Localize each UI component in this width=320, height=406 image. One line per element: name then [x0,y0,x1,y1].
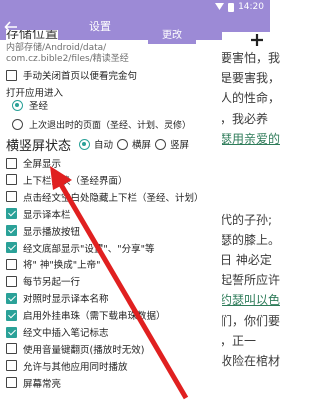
setting-option-row[interactable]: 每节另起一行 [6,274,80,288]
setting-option-row[interactable]: 点击经文空白处隐藏上下栏（圣经、计划） [6,190,204,204]
storage-path-line-2: com.cz.bible2/files/精读圣经 [6,54,129,64]
orientation-portrait-label: 竖屏 [170,140,190,151]
checkbox[interactable] [6,275,17,287]
reader-text-line: 瑟用亲爱的 [220,131,280,146]
setting-option-row[interactable]: 显示译本栏 [6,207,71,221]
setting-option-label: 经文中插入笔记标志 [23,328,109,339]
status-bar: 14:20 [0,0,270,14]
setting-option-row[interactable]: 经文底部显示"设置"、"分享"等 [6,241,154,255]
open-bible-label: 圣经 [29,101,49,112]
orientation-landscape-label: 横屏 [132,140,152,151]
orientation-auto-label: 自动 [94,140,114,151]
setting-option-row[interactable]: 启用外挂串珠（需下载串珠数据） [6,308,166,322]
checkbox[interactable] [6,191,17,203]
manual-close-home-option[interactable]: 手动关闭首页以便看完金句 [6,68,137,82]
setting-option-row[interactable]: 全屏显示 [6,156,61,170]
setting-option-label: 将" 神"换成"上帝" [23,260,101,272]
wifi-icon [215,3,224,10]
checkbox[interactable] [6,174,17,186]
setting-option-label: 点击经文空白处隐藏上下栏（圣经、计划） [23,192,204,204]
orientation-landscape-option[interactable]: 横屏 [117,137,151,151]
open-last-page-radio-option[interactable]: 上次退出时的页面（圣经、计划、灵修） [12,117,191,131]
orientation-label: 横竖屏状态 [6,138,72,154]
battery-icon [228,3,234,12]
orientation-portrait-option[interactable]: 竖屏 [155,137,189,151]
radio-button[interactable] [117,138,129,150]
change-storage-button[interactable]: 更改 [148,30,196,44]
reader-text-line [220,149,280,169]
reader-text: 要害怕，我是要害我， 人的性命， ，我必养瑟用亲爱的 代的子孙; 瑟的膝上。日 神必定… [220,48,280,371]
reader-text-line: ，我必养 [220,111,269,126]
checkbox[interactable] [6,242,17,253]
setting-option-label: 对照时显示译本名称 [23,294,109,306]
radio-button[interactable] [155,138,167,150]
setting-option-label: 经文底部显示"设置"、"分享"等 [23,243,155,255]
open-last-page-label: 上次退出时的页面（圣经、计划、灵修） [29,120,192,131]
setting-option-label: 屏幕常亮 [23,378,62,390]
orientation-setting: 横竖屏状态 自动 横屏 竖屏 [6,135,189,154]
reader-text-line: 要害怕，我 [220,51,280,65]
reader-text-line [220,169,280,189]
reader-text-line [220,189,280,209]
checkbox[interactable] [6,258,17,270]
checkbox[interactable] [6,360,17,372]
setting-option-label: 全屏显示 [23,159,62,170]
orientation-auto-option[interactable]: 自动 [79,137,113,151]
setting-option-label: 允许与其他应用同时播放 [23,361,128,373]
reader-text-line: 日 神必定 [220,253,272,268]
setting-option-row[interactable]: 对照时显示译本名称 [6,291,109,305]
reader-text-line: 是要害我， [220,71,280,86]
radio-button[interactable] [12,118,23,130]
add-icon[interactable] [250,33,264,47]
setting-option-label: 每节另起一行 [23,277,81,289]
reader-text-line: 瑟的膝上。 [220,232,280,247]
reader-text-line: 约瑟叫以色 [220,293,280,308]
checkbox[interactable] [6,309,17,321]
setting-option-label: 使用音量键翻页(播放时无效) [23,344,145,356]
open-app-section-label: 打开应用进入 [6,88,64,99]
open-bible-radio-option[interactable]: 圣经 [12,98,48,112]
storage-location-title: 存储位置 [6,30,59,40]
checkbox[interactable] [6,69,17,81]
setting-option-label: 显示译本栏 [23,209,71,221]
reader-text-line: ，正一 [220,333,257,348]
reader-text-line: 收险在棺材 [220,354,280,369]
setting-option-label: 启用外挂串珠（需下载串珠数据） [23,311,166,323]
setting-option-row[interactable]: 将" 神"换成"上帝" [6,257,101,271]
checkbox[interactable] [6,292,17,304]
reader-text-line: 代的子孙; [220,212,273,227]
setting-option-row[interactable]: 屏幕常亮 [6,376,61,390]
reader-text-line: 人的性命， [220,91,280,106]
setting-option-row[interactable]: 经文中插入笔记标志 [6,325,109,339]
setting-option-label: 上下栏互换（圣经界面） [23,175,128,187]
setting-option-row[interactable]: 显示播放按钮 [6,224,80,238]
reader-text-line: 起誓所应许 [220,273,280,288]
checkbox[interactable] [6,208,17,220]
radio-button[interactable] [79,138,91,150]
setting-option-row[interactable]: 允许与其他应用同时播放 [6,359,128,373]
radio-button[interactable] [12,99,23,111]
checkbox[interactable] [6,377,17,389]
storage-path-line-1: 内部存储/Android/data/ [6,43,107,53]
settings-panel: 设置 存储位置 更改 内部存储/Android/data/ com.cz.bib… [0,14,222,406]
manual-close-label: 手动关闭首页以便看完金句 [23,71,138,82]
checkbox[interactable] [6,343,17,355]
reader-text-line: 们，你们要 [220,313,280,328]
setting-option-row[interactable]: 使用音量键翻页(播放时无效) [6,342,144,356]
status-time: 14:20 [238,2,264,12]
setting-option-row[interactable]: 上下栏互换（圣经界面） [6,173,128,187]
checkbox[interactable] [6,225,17,237]
checkbox[interactable] [6,326,17,338]
checkbox[interactable] [6,157,17,169]
setting-option-label: 显示播放按钮 [23,226,81,238]
